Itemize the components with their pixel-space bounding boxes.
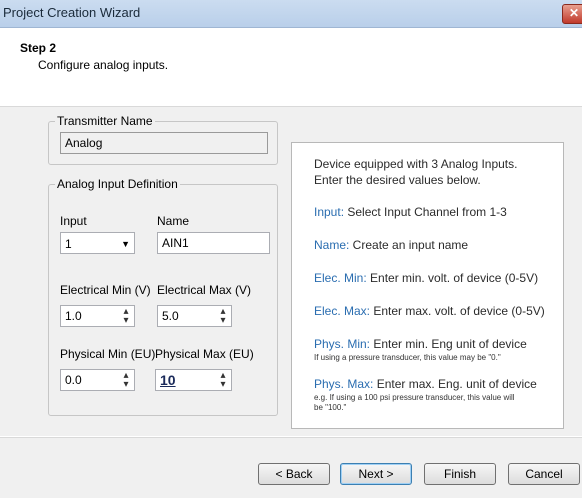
info-intro-line2: Enter the desired values below. (314, 173, 481, 187)
finish-button[interactable]: Finish (424, 463, 496, 485)
info-elecmin-key: Elec. Min: (314, 271, 367, 285)
elec-max-label: Electrical Max (V) (157, 283, 252, 297)
info-elecmin-text: Enter min. volt. of device (0-5V) (366, 271, 539, 285)
name-input[interactable]: AIN1 (157, 232, 270, 254)
info-elecmax-line: Elec. Max: Enter max. volt. of device (0… (314, 304, 545, 318)
close-icon[interactable]: ✕ (562, 4, 582, 24)
spinner-arrows-icon[interactable]: ▴ ▾ (119, 371, 133, 390)
info-elecmax-key: Elec. Max: (314, 304, 371, 318)
elec-max-value: 5.0 (162, 309, 179, 323)
info-physmin-line: Phys. Min: Enter min. Eng unit of device (314, 337, 527, 351)
title-bar: Project Creation Wizard ✕ (0, 0, 582, 28)
info-physmax-text: Enter max. Eng. unit of device (373, 377, 537, 391)
info-name-key: Name: (314, 238, 350, 252)
info-physmax-note2: be "100." (314, 403, 347, 412)
wizard-header: Step 2 Configure analog inputs. (0, 28, 582, 107)
phys-min-value: 0.0 (65, 373, 82, 387)
step-description: Configure analog inputs. (38, 58, 169, 72)
chevron-down-icon[interactable]: ▼ (121, 239, 130, 249)
phys-max-value: 10 (160, 372, 176, 388)
step-title: Step 2 (20, 41, 57, 55)
elec-min-value: 1.0 (65, 309, 82, 323)
phys-max-stepper[interactable]: 10 ▴ ▾ (155, 369, 232, 391)
transmitter-name-field[interactable]: Analog (60, 132, 268, 154)
input-select[interactable]: 1 ▼ (60, 232, 135, 254)
spinner-arrows-icon[interactable]: ▴ ▾ (216, 307, 230, 326)
phys-max-label: Physical Max (EU) (155, 347, 254, 361)
phys-min-label: Physical Min (EU) (60, 347, 156, 361)
elec-min-label: Electrical Min (V) (60, 283, 151, 297)
info-physmax-key: Phys. Max: (314, 377, 374, 391)
input-select-value: 1 (65, 237, 72, 251)
info-elecmax-text: Enter max. volt. of device (0-5V) (370, 304, 545, 318)
info-physmin-key: Phys. Min: (314, 337, 371, 351)
cancel-button[interactable]: Cancel (508, 463, 580, 485)
info-intro-line1: Device equipped with 3 Analog Inputs. (314, 157, 518, 171)
info-physmin-text: Enter min. Eng unit of device (370, 337, 527, 351)
spinner-arrows-icon[interactable]: ▴ ▾ (216, 371, 230, 390)
info-input-text: Select Input Channel from 1-3 (344, 205, 507, 219)
spinner-arrows-icon[interactable]: ▴ ▾ (119, 307, 133, 326)
elec-min-stepper[interactable]: 1.0 ▴ ▾ (60, 305, 135, 327)
name-label: Name (157, 214, 190, 228)
info-name-text: Create an input name (349, 238, 469, 252)
back-button[interactable]: < Back (258, 463, 330, 485)
phys-min-stepper[interactable]: 0.0 ▴ ▾ (60, 369, 135, 391)
elec-max-stepper[interactable]: 5.0 ▴ ▾ (157, 305, 232, 327)
info-physmax-line: Phys. Max: Enter max. Eng. unit of devic… (314, 377, 537, 391)
info-physmax-note1: e.g. If using a 100 psi pressure transdu… (314, 393, 515, 402)
info-panel: Device equipped with 3 Analog Inputs. En… (291, 142, 564, 429)
info-elecmin-line: Elec. Min: Enter min. volt. of device (0… (314, 271, 538, 285)
analog-input-label: Analog Input Definition (55, 177, 180, 191)
input-label: Input (60, 214, 87, 228)
next-button[interactable]: Next > (340, 463, 412, 485)
window-title: Project Creation Wizard (3, 5, 141, 20)
info-physmin-note: If using a pressure transducer, this val… (314, 353, 501, 362)
transmitter-name-label: Transmitter Name (55, 114, 155, 128)
info-input-key: Input: (314, 205, 345, 219)
info-name-line: Name: Create an input name (314, 238, 468, 252)
info-input-line: Input: Select Input Channel from 1-3 (314, 205, 507, 219)
